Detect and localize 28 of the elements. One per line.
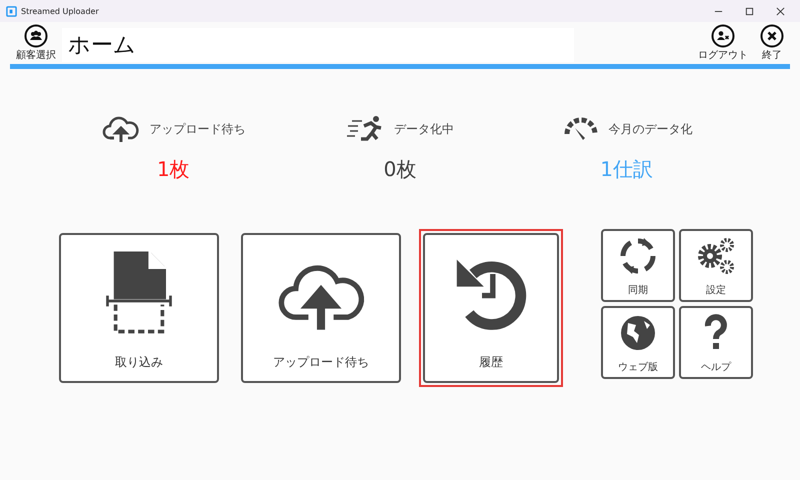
customer-select-button[interactable]: 顧客選択 <box>10 24 62 62</box>
settings-icon <box>696 236 736 276</box>
logout-button[interactable]: ログアウト <box>692 24 754 62</box>
sync-icon <box>618 236 658 276</box>
tile-button[interactable]: 同期 <box>601 229 675 302</box>
stat-label: データ化中 <box>394 120 454 138</box>
page-title: ホーム <box>62 28 574 62</box>
tile-button[interactable]: 設定 <box>679 229 753 302</box>
tile-button[interactable]: 取り込み <box>59 233 219 383</box>
stat-label: 今月のデータ化 <box>608 120 693 138</box>
window-title: Streamed Uploader <box>21 6 99 16</box>
user-remove-icon <box>711 24 735 48</box>
cloud-upload-icon <box>101 114 142 144</box>
tile-button[interactable]: ヘルプ <box>679 306 753 379</box>
maximize-icon[interactable] <box>745 6 754 16</box>
app-icon <box>6 6 17 16</box>
close-icon <box>760 24 784 48</box>
tile-button[interactable]: 履歴 <box>423 233 559 383</box>
exit-button[interactable]: 終了 <box>754 24 790 62</box>
stat-value: 1仕訳 <box>600 156 653 183</box>
stat-label: アップロード待ち <box>149 120 246 138</box>
stat-value: 1枚 <box>156 156 190 183</box>
stat-value: 0枚 <box>384 156 416 183</box>
tile-button[interactable]: ウェブ版 <box>601 306 675 379</box>
people-icon <box>24 24 48 48</box>
close-icon[interactable] <box>776 6 785 16</box>
globe-icon <box>618 313 658 353</box>
tile-button[interactable]: アップロード待ち <box>241 233 401 383</box>
